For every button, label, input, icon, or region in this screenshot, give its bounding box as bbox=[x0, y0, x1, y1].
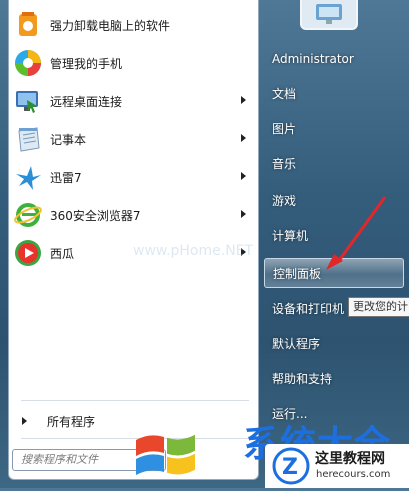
red-arrow-annotation-icon bbox=[326, 196, 387, 270]
svg-text:Z: Z bbox=[282, 455, 298, 480]
site-title: 这里教程网 bbox=[315, 451, 385, 467]
site-url: herecours.com bbox=[316, 469, 391, 480]
site-logo-icon: Z bbox=[272, 447, 310, 485]
